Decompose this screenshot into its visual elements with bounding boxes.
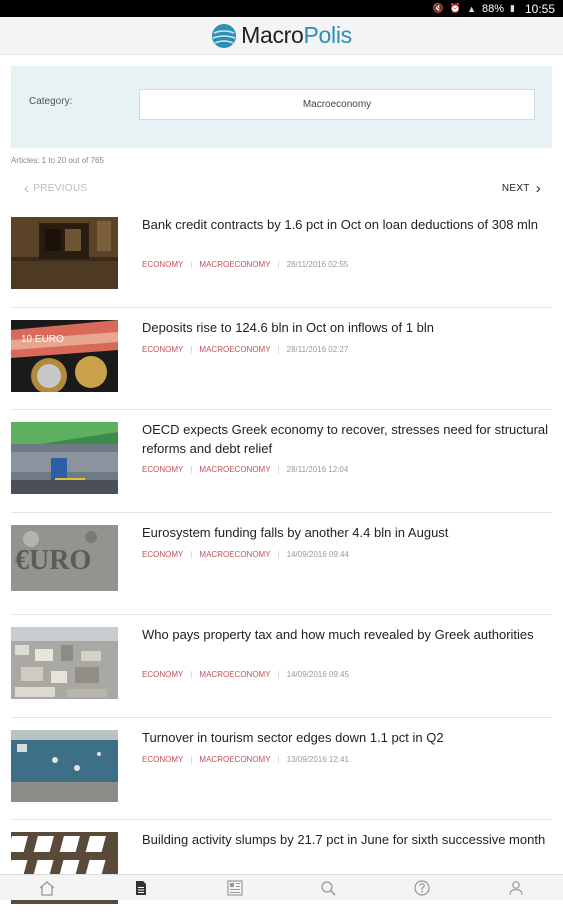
article-tag[interactable]: ECONOMY (142, 670, 183, 679)
article-meta: ECONOMY | MACROECONOMY | 28/11/2016 02:55 (142, 260, 349, 269)
alarm-icon: ⏰ (449, 3, 462, 13)
next-button[interactable]: NEXT › (502, 179, 541, 197)
globe-logo-icon (212, 23, 237, 48)
mute-icon: 🔇 (432, 3, 444, 13)
article-meta: ECONOMY | MACROECONOMY | 14/09/2016 09:45 (142, 670, 349, 679)
category-filter-panel: Category: Macroeconomy (11, 66, 552, 148)
home-icon (39, 880, 55, 896)
battery-percent: 88% (481, 2, 505, 15)
article-tag[interactable]: ECONOMY (142, 550, 183, 559)
article-item[interactable]: €URO Eurosystem funding falls by another… (11, 513, 552, 615)
article-tag[interactable]: ECONOMY (142, 260, 183, 269)
article-tag[interactable]: MACROECONOMY (199, 550, 270, 559)
chevron-right-icon: › (535, 179, 541, 197)
search-icon (321, 880, 336, 896)
article-meta: ECONOMY | MACROECONOMY | 13/09/2016 12:41 (142, 754, 349, 764)
article-list: Bank credit contracts by 1.6 pct in Oct … (11, 205, 552, 923)
article-title[interactable]: Who pays property tax and how much revea… (142, 625, 552, 644)
article-date: 28/11/2016 02:55 (286, 260, 349, 269)
article-date: 14/09/2016 09:45 (286, 670, 349, 679)
article-meta: ECONOMY | MACROECONOMY | 28/11/2016 12:04 (142, 465, 349, 474)
status-bar: 🔇 ⏰ ▲ 88% ▮ 10:55 (0, 0, 563, 17)
newspaper-icon (226, 879, 243, 896)
article-date: 28/11/2016 12:04 (286, 465, 349, 474)
battery-icon: ▮ (510, 3, 515, 13)
help-icon (414, 879, 430, 896)
article-thumbnail (11, 422, 118, 494)
article-tag[interactable]: ECONOMY (142, 465, 183, 474)
article-item[interactable]: 10 EURO Deposits rise to 124.6 bln in Oc… (11, 308, 552, 410)
article-date: 28/11/2016 02:27 (286, 344, 349, 354)
article-thumbnail (11, 217, 118, 289)
tab-newspaper[interactable] (215, 875, 255, 901)
article-title[interactable]: Building activity slumps by 21.7 pct in … (142, 830, 552, 849)
tab-home[interactable] (27, 875, 67, 901)
article-meta: ECONOMY | MACROECONOMY | 14/09/2016 09:44 (142, 549, 349, 559)
previous-button[interactable]: ‹ PREVIOUS (24, 179, 87, 197)
app-bar: MacroPolis (0, 17, 563, 55)
article-title[interactable]: Eurosystem funding falls by another 4.4 … (142, 523, 552, 542)
svg-text:10 EURO: 10 EURO (21, 334, 64, 345)
article-tag[interactable]: MACROECONOMY (199, 260, 270, 269)
article-thumbnail: 10 EURO (11, 319, 118, 392)
article-item[interactable]: Building activity slumps by 21.7 pct in … (11, 820, 552, 923)
app-title: MacroPolis (241, 22, 352, 48)
article-date: 13/09/2016 12:41 (286, 754, 349, 764)
article-date: 14/09/2016 09:44 (286, 549, 349, 559)
tab-articles[interactable] (121, 875, 161, 901)
bottom-tab-bar (0, 874, 563, 900)
article-item[interactable]: Bank credit contracts by 1.6 pct in Oct … (11, 205, 552, 308)
signal-icon: ▲ (467, 3, 476, 14)
article-tag[interactable]: MACROECONOMY (199, 670, 270, 679)
article-title[interactable]: Turnover in tourism sector edges down 1.… (142, 728, 552, 747)
article-title[interactable]: Bank credit contracts by 1.6 pct in Oct … (142, 215, 552, 234)
articles-icon (135, 880, 146, 895)
category-label: Category: (29, 96, 73, 107)
article-count: Articles: 1 to 20 out of 765 (11, 156, 104, 165)
chevron-left-icon: ‹ (24, 179, 30, 197)
app-logo[interactable]: MacroPolis (211, 22, 352, 49)
article-title[interactable]: Deposits rise to 124.6 bln in Oct on inf… (142, 318, 552, 337)
profile-icon (509, 880, 523, 895)
svg-text:€URO: €URO (15, 545, 91, 576)
article-item[interactable]: OECD expects Greek economy to recover, s… (11, 410, 552, 513)
article-tag[interactable]: MACROECONOMY (199, 465, 270, 474)
article-title[interactable]: OECD expects Greek economy to recover, s… (142, 420, 552, 458)
category-select[interactable]: Macroeconomy (139, 89, 535, 120)
article-meta: ECONOMY | MACROECONOMY | 28/11/2016 02:27 (142, 344, 349, 354)
article-tag[interactable]: MACROECONOMY (199, 755, 270, 764)
article-tag[interactable]: MACROECONOMY (199, 345, 270, 354)
tab-search[interactable] (308, 875, 348, 901)
article-item[interactable]: Turnover in tourism sector edges down 1.… (11, 718, 552, 820)
article-tag[interactable]: ECONOMY (142, 345, 183, 354)
clock: 10:55 (524, 1, 555, 16)
tab-help[interactable] (402, 875, 442, 901)
article-tag[interactable]: ECONOMY (142, 755, 183, 764)
article-thumbnail: €URO (11, 524, 118, 591)
article-thumbnail (11, 729, 118, 802)
article-item[interactable]: Who pays property tax and how much revea… (11, 615, 552, 718)
article-thumbnail (11, 627, 118, 699)
tab-profile[interactable] (496, 875, 536, 901)
